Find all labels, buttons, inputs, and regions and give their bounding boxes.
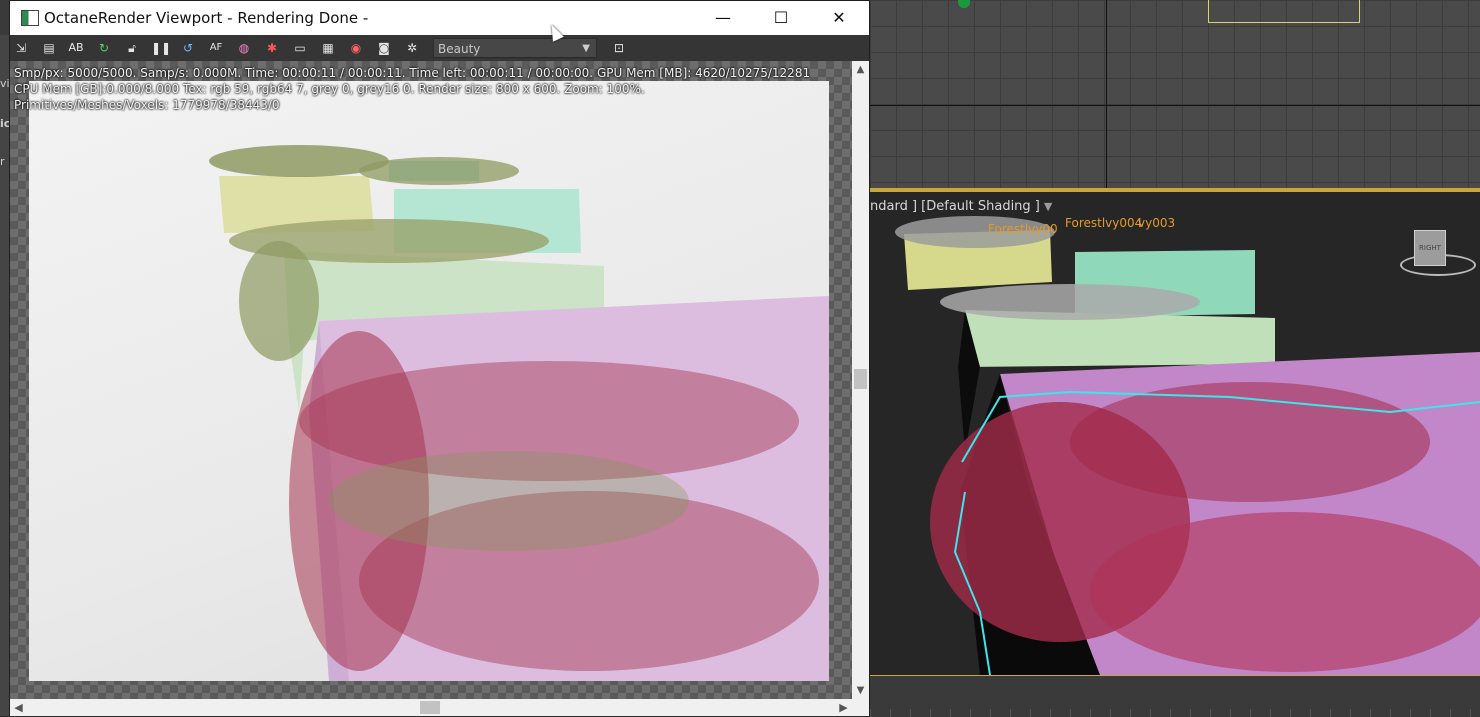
camera-icon[interactable]: ◙ xyxy=(375,39,393,57)
scroll-up-icon[interactable]: ▲ xyxy=(852,61,869,78)
render-foliage-2 xyxy=(359,157,519,185)
settings-gear-icon[interactable]: ✲ xyxy=(403,39,421,57)
render-foliage-4 xyxy=(239,241,319,361)
selected-object-marker xyxy=(958,0,970,8)
viewcube[interactable]: RIGHT xyxy=(1414,230,1446,266)
object-label-1: Forestlvy00 xyxy=(988,222,1058,236)
max-perspective-viewport[interactable]: ndard ] [Default Shading ] ▼ Forestlvy00 … xyxy=(870,192,1480,675)
close-button[interactable]: ✕ xyxy=(810,1,868,35)
refresh-icon[interactable]: ↺ xyxy=(179,39,197,57)
maximize-button[interactable]: ☐ xyxy=(752,1,810,35)
material-picker-icon[interactable]: ✱ xyxy=(263,39,281,57)
title-bar[interactable]: OctaneRender Viewport - Rendering Done -… xyxy=(10,1,869,35)
rendered-scene xyxy=(209,145,829,681)
export-icon[interactable]: ⇲ xyxy=(12,39,30,57)
flowers-cluster-2 xyxy=(1070,382,1430,502)
object-label-2: Forestlvy004 xyxy=(1065,216,1143,230)
ab-compare-icon[interactable]: AB xyxy=(67,39,85,57)
max-timeline[interactable] xyxy=(870,675,1480,717)
region-render-icon[interactable]: ▭ xyxy=(291,39,309,57)
octane-viewport-window: OctaneRender Viewport - Rendering Done -… xyxy=(9,0,870,716)
horizontal-scrollbar[interactable]: ◀ ▶ xyxy=(10,699,852,716)
viewport-label-text: ndard ] [Default Shading ] xyxy=(870,199,1040,214)
stats-line-1: Smp/px: 5000/5000. Samp/s: 0.000M. Time:… xyxy=(14,66,811,80)
vertical-scrollbar[interactable]: ▲ ▼ xyxy=(852,61,869,699)
foliage-clump-2 xyxy=(940,284,1200,320)
film-settings-icon[interactable]: ▦ xyxy=(319,39,337,57)
scroll-right-icon[interactable]: ▶ xyxy=(835,699,852,716)
horizontal-scroll-thumb[interactable] xyxy=(420,701,440,714)
flowers-cluster-3 xyxy=(1090,512,1480,672)
perspective-scene xyxy=(895,216,1480,675)
minimize-button[interactable]: — xyxy=(694,1,752,35)
app-icon xyxy=(21,10,39,26)
window-title: OctaneRender Viewport - Rendering Done - xyxy=(44,9,369,27)
focus-picker-icon[interactable]: AF xyxy=(207,39,225,57)
chevron-down-icon: ▼ xyxy=(582,43,590,54)
selection-bounding-box xyxy=(1208,0,1360,23)
clipboard-icon[interactable]: ▤ xyxy=(40,39,58,57)
stats-line-3: Primitives/Meshes/Voxels: 1779978/38443/… xyxy=(14,98,280,112)
vertical-scroll-thumb[interactable] xyxy=(854,369,867,389)
grid-axis-horizontal xyxy=(870,105,1480,106)
viewport-label[interactable]: ndard ] [Default Shading ] ▼ xyxy=(870,199,1052,214)
viewport-fit-icon[interactable]: ⊡ xyxy=(610,39,628,57)
grid-axis-vertical xyxy=(1106,0,1107,188)
render-pass-value: Beauty xyxy=(438,42,481,56)
octane-toolbar: ⇲ ▤ AB ↻ 🔓︎ ❚❚ ↺ AF ◍ ✱ ▭ ▦ ◉ ◙ ✲ Beauty… xyxy=(10,35,869,62)
pause-icon[interactable]: ❚❚ xyxy=(151,39,171,57)
render-canvas[interactable]: Smp/px: 5000/5000. Samp/s: 0.000M. Time:… xyxy=(10,61,852,699)
restart-render-icon[interactable]: ↻ xyxy=(95,39,113,57)
recorder-icon[interactable]: ◉ xyxy=(347,39,365,57)
rendered-image xyxy=(29,81,829,681)
stats-line-2: CPU Mem [GB]:0.000/8.000 Tex: rgb 59, rg… xyxy=(14,82,645,96)
render-leaves xyxy=(329,451,689,551)
render-pass-select[interactable]: Beauty ▼ xyxy=(433,38,597,58)
object-label-3: vy003 xyxy=(1138,216,1176,230)
scrollbar-corner xyxy=(852,699,869,716)
lock-icon[interactable]: 🔓︎ xyxy=(123,39,141,57)
scroll-left-icon[interactable]: ◀ xyxy=(10,699,27,716)
render-statistics: Smp/px: 5000/5000. Samp/s: 0.000M. Time:… xyxy=(14,65,810,113)
color-picker-icon[interactable]: ◍ xyxy=(235,39,253,57)
left-strip-text-3: r xyxy=(0,155,5,168)
max-top-viewport[interactable] xyxy=(870,0,1480,188)
viewport-label-dropdown[interactable]: ▼ xyxy=(1044,200,1052,213)
scroll-down-icon[interactable]: ▼ xyxy=(852,682,869,699)
